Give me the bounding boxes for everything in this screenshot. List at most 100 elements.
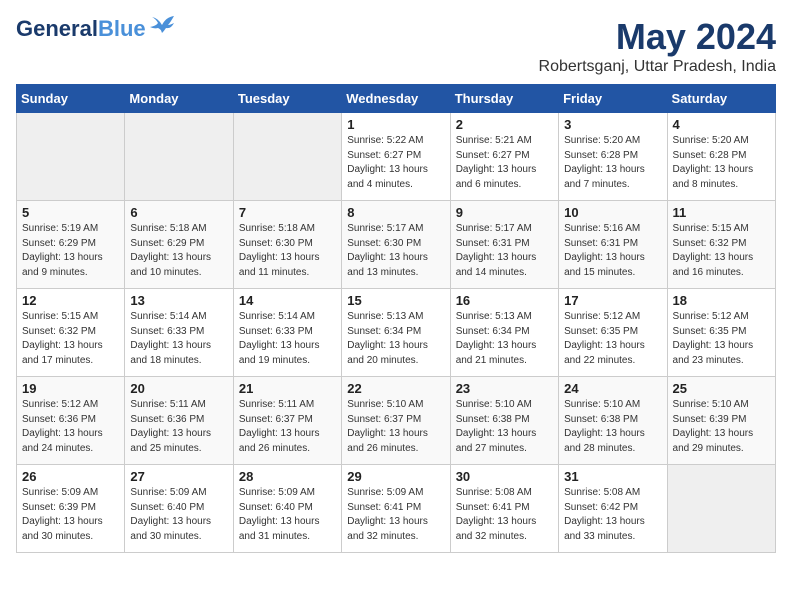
calendar-cell: 8 Sunrise: 5:17 AMSunset: 6:30 PMDaylight… — [342, 201, 450, 289]
day-number: 18 — [673, 293, 770, 308]
day-number: 10 — [564, 205, 661, 220]
day-info: Sunrise: 5:08 AMSunset: 6:42 PMDaylight:… — [564, 486, 661, 544]
day-info: Sunrise: 5:14 AMSunset: 6:33 PMDaylight:… — [239, 310, 336, 368]
calendar-week-row: 12 Sunrise: 5:15 AMSunset: 6:32 PMDayligh… — [17, 289, 776, 377]
day-number: 28 — [239, 469, 336, 484]
month-title: May 2024 — [539, 16, 776, 58]
day-info: Sunrise: 5:08 AMSunset: 6:41 PMDaylight:… — [456, 486, 553, 544]
calendar-cell: 7Sunrise: 5:18 AMSunset: 6:30 PMDaylight… — [233, 201, 341, 289]
page-header: GeneralBlue May 2024 Robertsganj, Uttar … — [16, 16, 776, 76]
calendar-cell: 2Sunrise: 5:21 AMSunset: 6:27 PMDaylight… — [450, 113, 558, 201]
day-info: Sunrise: 5:20 AMSunset: 6:28 PMDaylight:… — [564, 134, 661, 192]
day-info: Sunrise: 5:09 AMSunset: 6:40 PMDaylight:… — [130, 486, 227, 544]
day-number: 23 — [456, 381, 553, 396]
calendar-cell: 26 Sunrise: 5:09 AMSunset: 6:39 PMDayligh… — [17, 465, 125, 553]
calendar-cell: 16 Sunrise: 5:13 AMSunset: 6:34 PMDayligh… — [450, 289, 558, 377]
calendar-cell: 25 Sunrise: 5:10 AMSunset: 6:39 PMDayligh… — [667, 377, 775, 465]
weekday-header-monday: Monday — [125, 85, 233, 113]
calendar-cell: 31 Sunrise: 5:08 AMSunset: 6:42 PMDayligh… — [559, 465, 667, 553]
day-number: 1 — [347, 117, 444, 132]
calendar-cell: 15Sunrise: 5:13 AMSunset: 6:34 PMDayligh… — [342, 289, 450, 377]
day-number: 21 — [239, 381, 336, 396]
calendar-cell: 12 Sunrise: 5:15 AMSunset: 6:32 PMDayligh… — [17, 289, 125, 377]
calendar-cell: 20 Sunrise: 5:11 AMSunset: 6:36 PMDayligh… — [125, 377, 233, 465]
calendar-cell: 29Sunrise: 5:09 AMSunset: 6:41 PMDayligh… — [342, 465, 450, 553]
calendar-week-row: 5 Sunrise: 5:19 AMSunset: 6:29 PMDaylight… — [17, 201, 776, 289]
day-info: Sunrise: 5:13 AMSunset: 6:34 PMDaylight:… — [347, 310, 444, 368]
day-number: 5 — [22, 205, 119, 220]
calendar-table: SundayMondayTuesdayWednesdayThursdayFrid… — [16, 84, 776, 553]
day-number: 4 — [673, 117, 770, 132]
calendar-cell: 28 Sunrise: 5:09 AMSunset: 6:40 PMDayligh… — [233, 465, 341, 553]
day-number: 16 — [456, 293, 553, 308]
calendar-cell: 24 Sunrise: 5:10 AMSunset: 6:38 PMDayligh… — [559, 377, 667, 465]
logo: GeneralBlue — [16, 16, 176, 42]
day-info: Sunrise: 5:10 AMSunset: 6:37 PMDaylight:… — [347, 398, 444, 456]
day-number: 9 — [456, 205, 553, 220]
day-number: 29 — [347, 469, 444, 484]
calendar-cell: 22Sunrise: 5:10 AMSunset: 6:37 PMDayligh… — [342, 377, 450, 465]
day-number: 24 — [564, 381, 661, 396]
day-info: Sunrise: 5:22 AMSunset: 6:27 PMDaylight:… — [347, 134, 444, 192]
calendar-cell: 6 Sunrise: 5:18 AMSunset: 6:29 PMDaylight… — [125, 201, 233, 289]
calendar-cell: 18 Sunrise: 5:12 AMSunset: 6:35 PMDayligh… — [667, 289, 775, 377]
day-info: Sunrise: 5:16 AMSunset: 6:31 PMDaylight:… — [564, 222, 661, 280]
calendar-cell: 3 Sunrise: 5:20 AMSunset: 6:28 PMDaylight… — [559, 113, 667, 201]
calendar-cell: 11 Sunrise: 5:15 AMSunset: 6:32 PMDayligh… — [667, 201, 775, 289]
calendar-week-row: 1 Sunrise: 5:22 AMSunset: 6:27 PMDaylight… — [17, 113, 776, 201]
day-info: Sunrise: 5:12 AMSunset: 6:35 PMDaylight:… — [564, 310, 661, 368]
day-info: Sunrise: 5:15 AMSunset: 6:32 PMDaylight:… — [22, 310, 119, 368]
calendar-cell — [125, 113, 233, 201]
day-info: Sunrise: 5:10 AMSunset: 6:38 PMDaylight:… — [564, 398, 661, 456]
calendar-cell: 30Sunrise: 5:08 AMSunset: 6:41 PMDayligh… — [450, 465, 558, 553]
day-number: 25 — [673, 381, 770, 396]
day-info: Sunrise: 5:19 AMSunset: 6:29 PMDaylight:… — [22, 222, 119, 280]
day-number: 11 — [673, 205, 770, 220]
calendar-cell: 17 Sunrise: 5:12 AMSunset: 6:35 PMDayligh… — [559, 289, 667, 377]
day-number: 12 — [22, 293, 119, 308]
weekday-header-tuesday: Tuesday — [233, 85, 341, 113]
bird-icon — [148, 15, 176, 35]
day-number: 14 — [239, 293, 336, 308]
day-info: Sunrise: 5:12 AMSunset: 6:36 PMDaylight:… — [22, 398, 119, 456]
weekday-header-row: SundayMondayTuesdayWednesdayThursdayFrid… — [17, 85, 776, 113]
day-info: Sunrise: 5:14 AMSunset: 6:33 PMDaylight:… — [130, 310, 227, 368]
day-number: 13 — [130, 293, 227, 308]
calendar-cell: 19 Sunrise: 5:12 AMSunset: 6:36 PMDayligh… — [17, 377, 125, 465]
day-info: Sunrise: 5:17 AMSunset: 6:30 PMDaylight:… — [347, 222, 444, 280]
calendar-cell: 9Sunrise: 5:17 AMSunset: 6:31 PMDaylight… — [450, 201, 558, 289]
calendar-cell: 10 Sunrise: 5:16 AMSunset: 6:31 PMDayligh… — [559, 201, 667, 289]
day-number: 6 — [130, 205, 227, 220]
day-info: Sunrise: 5:09 AMSunset: 6:39 PMDaylight:… — [22, 486, 119, 544]
weekday-header-thursday: Thursday — [450, 85, 558, 113]
day-info: Sunrise: 5:10 AMSunset: 6:39 PMDaylight:… — [673, 398, 770, 456]
day-info: Sunrise: 5:11 AMSunset: 6:37 PMDaylight:… — [239, 398, 336, 456]
day-number: 31 — [564, 469, 661, 484]
calendar-cell: 27Sunrise: 5:09 AMSunset: 6:40 PMDayligh… — [125, 465, 233, 553]
day-number: 3 — [564, 117, 661, 132]
logo-text: GeneralBlue — [16, 16, 146, 42]
day-number: 26 — [22, 469, 119, 484]
calendar-cell — [667, 465, 775, 553]
calendar-cell — [17, 113, 125, 201]
calendar-cell: 5 Sunrise: 5:19 AMSunset: 6:29 PMDaylight… — [17, 201, 125, 289]
location-title: Robertsganj, Uttar Pradesh, India — [539, 58, 776, 76]
day-info: Sunrise: 5:12 AMSunset: 6:35 PMDaylight:… — [673, 310, 770, 368]
day-number: 2 — [456, 117, 553, 132]
calendar-cell: 13 Sunrise: 5:14 AMSunset: 6:33 PMDayligh… — [125, 289, 233, 377]
day-number: 19 — [22, 381, 119, 396]
calendar-cell: 4 Sunrise: 5:20 AMSunset: 6:28 PMDaylight… — [667, 113, 775, 201]
day-info: Sunrise: 5:15 AMSunset: 6:32 PMDaylight:… — [673, 222, 770, 280]
day-info: Sunrise: 5:20 AMSunset: 6:28 PMDaylight:… — [673, 134, 770, 192]
day-info: Sunrise: 5:11 AMSunset: 6:36 PMDaylight:… — [130, 398, 227, 456]
day-info: Sunrise: 5:13 AMSunset: 6:34 PMDaylight:… — [456, 310, 553, 368]
calendar-week-row: 26 Sunrise: 5:09 AMSunset: 6:39 PMDayligh… — [17, 465, 776, 553]
day-number: 17 — [564, 293, 661, 308]
day-info: Sunrise: 5:09 AMSunset: 6:40 PMDaylight:… — [239, 486, 336, 544]
day-number: 20 — [130, 381, 227, 396]
day-number: 8 — [347, 205, 444, 220]
weekday-header-saturday: Saturday — [667, 85, 775, 113]
day-info: Sunrise: 5:18 AMSunset: 6:30 PMDaylight:… — [239, 222, 336, 280]
weekday-header-sunday: Sunday — [17, 85, 125, 113]
day-info: Sunrise: 5:18 AMSunset: 6:29 PMDaylight:… — [130, 222, 227, 280]
